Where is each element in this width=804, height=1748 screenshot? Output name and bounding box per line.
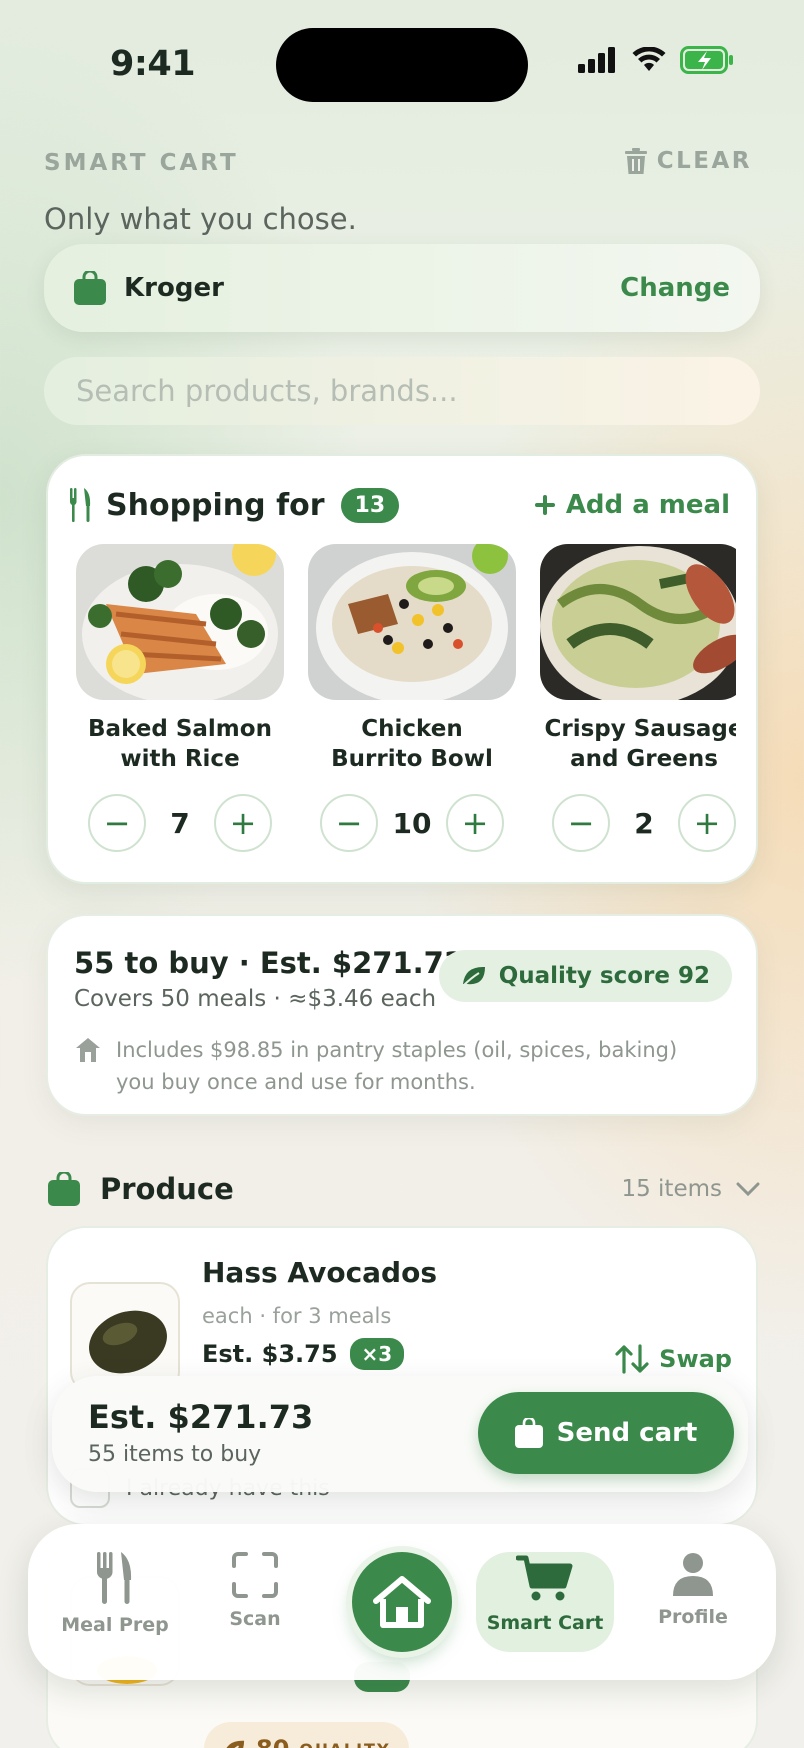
meal-card-salmon[interactable]: Baked Salmon with Rice − 7 + — [76, 544, 284, 852]
cart-item-count: 55 items to buy — [88, 1442, 262, 1467]
meal-name: Chicken Burrito Bowl — [331, 716, 493, 772]
pantry-note-text: Includes $98.85 in pantry staples (oil, … — [116, 1038, 678, 1094]
produce-count: 15 items — [621, 1176, 760, 1202]
increase-button[interactable]: + — [213, 794, 272, 852]
meal-quantity-stepper: − 2 + — [540, 794, 736, 852]
leaf-icon — [226, 1740, 245, 1748]
store-name: Kroger — [124, 273, 224, 303]
send-cart-label: Send cart — [556, 1418, 698, 1448]
increase-button[interactable]: + — [677, 794, 736, 852]
shopping-for-header: Shopping for 13 Add a meal — [70, 482, 730, 528]
search-input[interactable]: Search products, brands... — [44, 357, 760, 425]
change-store-button[interactable]: Change — [620, 273, 730, 303]
shopping-for-title: Shopping for — [106, 487, 325, 523]
cart-total: Est. $271.73 — [88, 1398, 314, 1436]
clear-label: CLEAR — [656, 148, 752, 174]
add-meal-button[interactable]: Add a meal — [534, 490, 730, 520]
decrease-button[interactable]: − — [88, 794, 146, 852]
tab-smart-cart[interactable]: Smart Cart — [476, 1552, 614, 1652]
produce-section-header[interactable]: Produce 15 items — [48, 1166, 760, 1212]
send-cart-button[interactable]: Send cart — [478, 1392, 734, 1474]
meal-name: Crispy Sausage and Greens — [544, 716, 737, 772]
scan-frame-icon — [232, 1552, 278, 1598]
summary-subtitle: Covers 50 meals · ≈$3.46 each — [74, 986, 437, 1012]
quality-score-badge[interactable]: Quality score 92 — [438, 950, 732, 1002]
meal-quantity-stepper: − 7 + — [76, 794, 284, 852]
clear-button[interactable]: CLEAR — [624, 148, 752, 174]
checkout-bar: Est. $271.73 55 items to buy Send cart — [52, 1376, 748, 1492]
meal-name: Baked Salmon with Rice — [88, 716, 272, 772]
trash-icon — [624, 148, 647, 174]
meals-carousel[interactable]: Baked Salmon with Rice − 7 + Chicken Bur… — [76, 544, 736, 874]
item-name: Hass Avocados — [202, 1256, 438, 1289]
sausage-greens-image — [540, 544, 736, 700]
salmon-rice-image — [76, 544, 284, 700]
produce-count-label: 15 items — [621, 1176, 722, 1202]
meal-quantity: 7 — [170, 806, 190, 840]
bottom-tab-bar: Meal Prep Scan Smart Cart Profile — [28, 1524, 776, 1680]
page-subtitle: Only what you chose. — [44, 202, 357, 236]
cart-icon — [516, 1555, 573, 1601]
quality-label: QUALITY — [299, 1740, 390, 1748]
home-icon — [373, 1576, 431, 1628]
house-icon — [76, 1038, 100, 1062]
search-placeholder: Search products, brands... — [76, 374, 458, 408]
produce-title: Produce — [100, 1172, 234, 1206]
summary-title: 55 to buy · Est. $271.73 — [74, 946, 464, 980]
swap-arrows-icon — [615, 1344, 649, 1374]
cellular-signal-icon — [578, 47, 615, 73]
shopping-for-card: Shopping for 13 Add a meal Baked Salmon … — [46, 454, 758, 884]
leaf-icon — [461, 966, 485, 987]
cart-summary-card: 55 to buy · Est. $271.73 Covers 50 meals… — [46, 914, 758, 1116]
quantity-multiplier-badge: ×3 — [349, 1338, 405, 1370]
item-price-label: Est. $3.75 — [202, 1340, 338, 1368]
item-meta: each · for 3 meals — [202, 1304, 392, 1328]
meal-quantity: 10 — [392, 806, 432, 840]
add-meal-label: Add a meal — [565, 490, 730, 520]
swap-button[interactable]: Swap — [615, 1344, 732, 1374]
tab-label: Meal Prep — [61, 1614, 169, 1636]
swap-label: Swap — [659, 1345, 732, 1373]
dynamic-island — [276, 28, 528, 102]
quality-score-label: Quality score 92 — [498, 963, 710, 989]
burrito-bowl-image — [308, 544, 516, 700]
pantry-note: Includes $98.85 in pantry staples (oil, … — [74, 1034, 714, 1098]
tab-meal-prep[interactable]: Meal Prep — [50, 1552, 180, 1636]
quality-chip: 80 QUALITY — [204, 1722, 409, 1748]
increase-button[interactable]: + — [446, 794, 504, 852]
chevron-down-icon — [736, 1182, 760, 1196]
decrease-button[interactable]: − — [552, 794, 610, 852]
meal-card-sausage-greens[interactable]: Crispy Sausage and Greens − 2 + — [540, 544, 736, 852]
shopping-bag-icon — [514, 1418, 543, 1448]
meal-quantity-stepper: − 10 + — [308, 794, 516, 852]
meal-count-badge: 13 — [340, 487, 400, 523]
decrease-button[interactable]: − — [320, 794, 378, 852]
tab-label: Profile — [658, 1606, 728, 1628]
item-price: Est. $3.75 ×3 — [202, 1338, 405, 1370]
tab-home[interactable] — [352, 1552, 452, 1652]
quality-number: 80 — [256, 1735, 289, 1748]
shopping-bag-icon — [74, 271, 106, 305]
store-selector[interactable]: Kroger Change — [44, 244, 760, 332]
meal-card-burrito-bowl[interactable]: Chicken Burrito Bowl − 10 + — [308, 544, 516, 852]
battery-icon — [680, 46, 733, 74]
person-icon — [673, 1553, 713, 1596]
status-icons — [578, 46, 734, 74]
tab-profile[interactable]: Profile — [628, 1552, 758, 1628]
fork-knife-icon — [97, 1552, 132, 1604]
tab-scan[interactable]: Scan — [190, 1552, 320, 1630]
shopping-bag-icon — [48, 1172, 80, 1206]
page-kicker: SMART CART — [44, 150, 239, 176]
fork-knife-icon — [70, 488, 91, 522]
wifi-icon — [632, 47, 666, 71]
tab-label: Scan — [229, 1608, 281, 1630]
status-time: 9:41 — [110, 44, 196, 84]
plus-icon — [534, 495, 555, 515]
meal-quantity: 2 — [634, 806, 654, 840]
tab-label: Smart Cart — [486, 1612, 604, 1634]
